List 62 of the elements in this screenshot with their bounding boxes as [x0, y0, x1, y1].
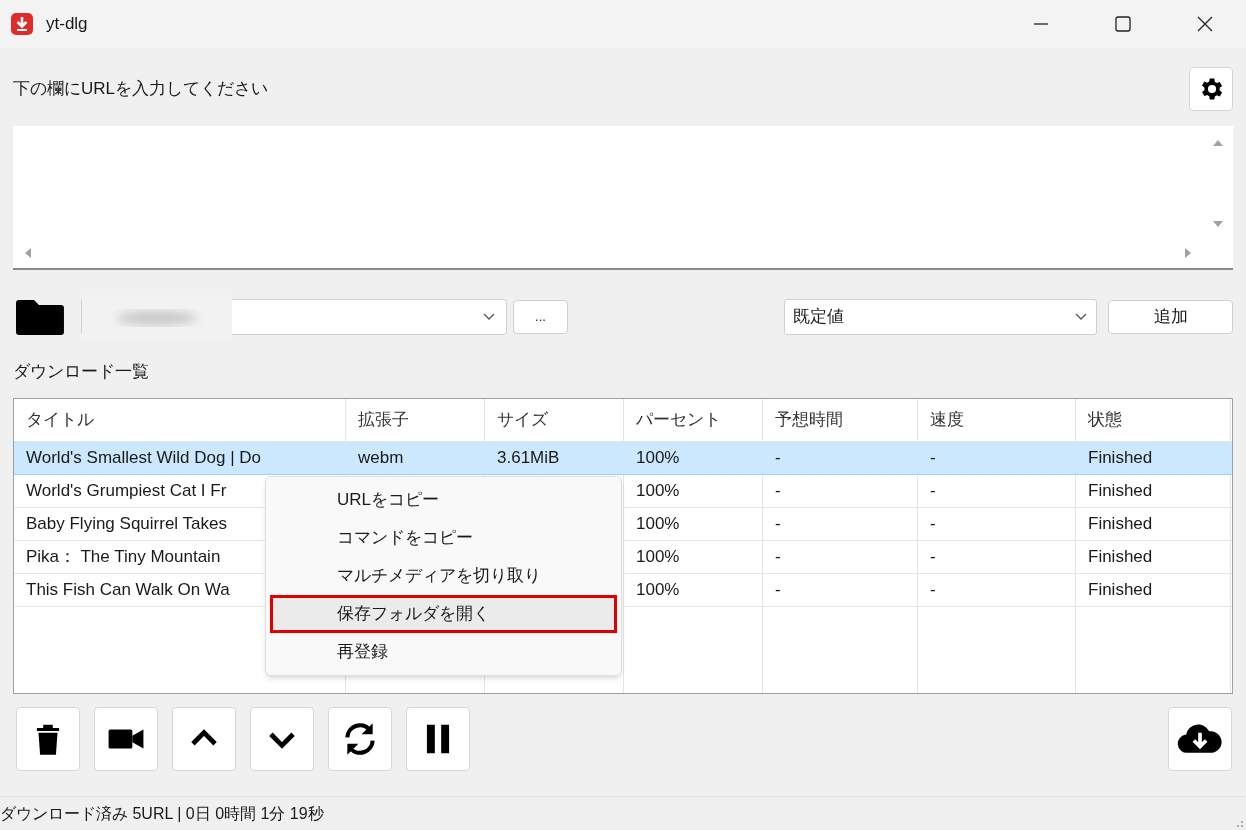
- video-button[interactable]: [94, 707, 158, 771]
- settings-button[interactable]: [1189, 67, 1233, 111]
- table-cell-text: -: [930, 546, 936, 569]
- table-cell-text: World's Grumpiest Cat I Fr: [26, 480, 227, 503]
- url-input-field[interactable]: [13, 126, 1233, 270]
- table-cell-text: 100%: [636, 513, 680, 536]
- column-header[interactable]: サイズ: [485, 399, 624, 441]
- delete-button[interactable]: [16, 707, 80, 771]
- preset-combobox[interactable]: 既定値: [784, 299, 1098, 335]
- reload-button[interactable]: [328, 707, 392, 771]
- table-cell-text: 3.61MiB: [497, 447, 560, 470]
- column-header[interactable]: 速度: [918, 399, 1076, 441]
- app-icon: [10, 12, 34, 36]
- table-row[interactable]: World's Smallest Wild Dog | Do webm 3.61MiB 100% - - Finished: [14, 442, 1232, 475]
- table-cell-text: Pika： The Tiny Mountain: [26, 546, 221, 569]
- table-cell-text: Finished: [1088, 513, 1153, 536]
- table-cell-text: -: [775, 513, 781, 536]
- move-down-button[interactable]: [250, 707, 314, 771]
- table-cell-text: Finished: [1088, 447, 1153, 470]
- window-title: yt-dlg: [46, 13, 88, 36]
- column-header[interactable]: タイトル: [14, 399, 346, 441]
- table-cell-text: 100%: [636, 480, 680, 503]
- resize-grip-icon: [1234, 818, 1244, 828]
- table-cell-text: webm: [358, 447, 404, 470]
- column-header[interactable]: 状態: [1076, 399, 1231, 441]
- table-cell-text: -: [930, 480, 936, 503]
- menu-item[interactable]: 保存フォルダを開く: [270, 595, 617, 633]
- scroll-right-icon: [1183, 246, 1193, 260]
- table-cell-text: Baby Flying Squirrel Takes: [26, 513, 227, 536]
- move-up-button[interactable]: [172, 707, 236, 771]
- column-header[interactable]: 拡張子: [346, 399, 485, 441]
- column-header[interactable]: パーセント: [624, 399, 763, 441]
- table-cell-text: This Fish Can Walk On Wa: [26, 579, 230, 602]
- table-cell-text: -: [775, 546, 781, 569]
- table-cell-text: -: [775, 447, 781, 470]
- add-button[interactable]: 追加: [1108, 300, 1233, 334]
- table-cell-text: -: [930, 579, 936, 602]
- browse-button[interactable]: ...: [512, 300, 569, 334]
- url-label: 下の欄にURLを入力してください: [13, 78, 268, 101]
- scroll-left-icon: [23, 246, 33, 260]
- table-cell-text: Finished: [1088, 480, 1153, 503]
- folder-icon: [15, 298, 65, 336]
- menu-item[interactable]: 再登録: [270, 633, 617, 671]
- scroll-up-icon: [1211, 138, 1225, 148]
- table-cell-text: -: [930, 513, 936, 536]
- table-cell-text: -: [775, 480, 781, 503]
- table-cell-text: Finished: [1088, 579, 1153, 602]
- table-cell-text: 100%: [636, 447, 680, 470]
- table-cell-text: 100%: [636, 546, 680, 569]
- download-button[interactable]: [1168, 707, 1232, 771]
- chevron-down-icon: [481, 312, 496, 322]
- chevron-down-icon: [1074, 312, 1089, 322]
- pause-button[interactable]: [406, 707, 470, 771]
- table-cell-text: World's Smallest Wild Dog | Do: [26, 447, 262, 470]
- table-cell-text: -: [775, 579, 781, 602]
- status-text: ダウンロード済み 5URL | 0日 0時間 1分 19秒: [0, 803, 324, 824]
- scroll-down-icon: [1211, 219, 1225, 229]
- table-cell-text: -: [930, 447, 936, 470]
- table-cell-text: 100%: [636, 579, 680, 602]
- table-cell-text: Finished: [1088, 546, 1153, 569]
- column-header[interactable]: 予想時間: [763, 399, 918, 441]
- download-list-label: ダウンロード一覧: [13, 361, 150, 383]
